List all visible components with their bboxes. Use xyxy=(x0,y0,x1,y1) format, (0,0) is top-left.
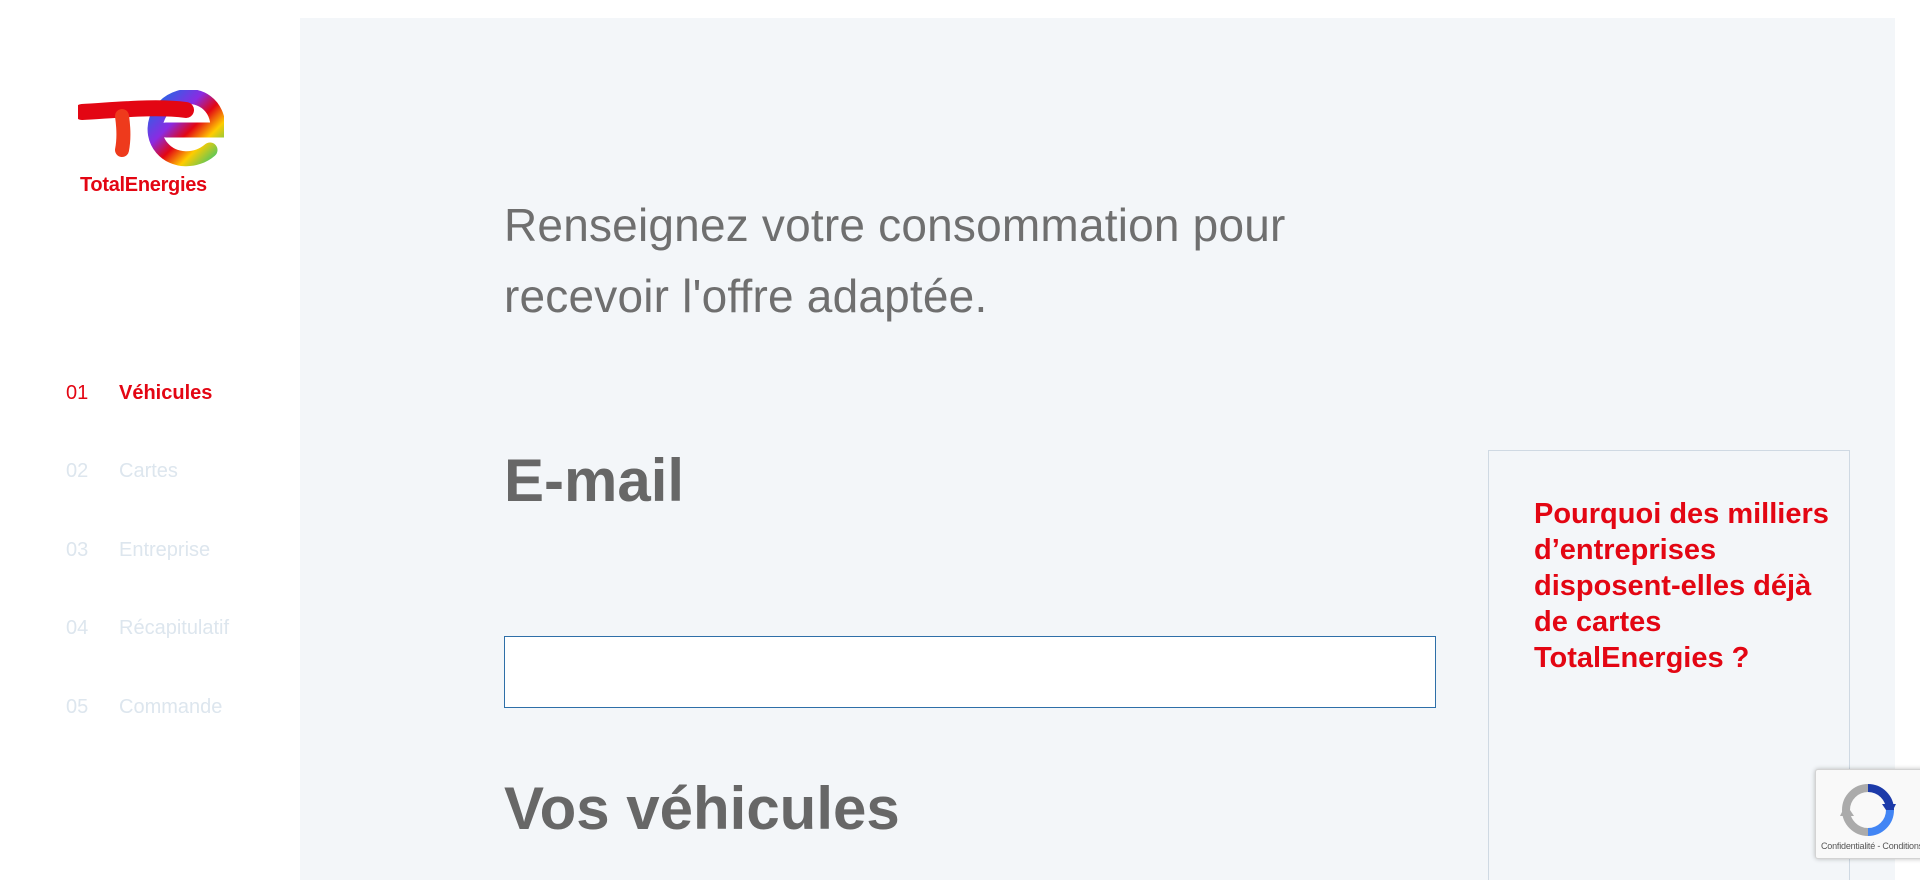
sidebar: TotalEnergies 01 Véhicules 02 Cartes 03 … xyxy=(0,0,300,880)
totalenergies-logo[interactable]: TotalEnergies xyxy=(78,90,224,200)
step-commande[interactable]: 05 Commande xyxy=(66,692,229,722)
recaptcha-badge[interactable]: Confidentialité - Conditions xyxy=(1815,769,1920,859)
step-label: Commande xyxy=(119,695,223,718)
step-label: Cartes xyxy=(119,460,178,482)
step-number: 01 xyxy=(66,381,89,404)
email-heading: E-mail xyxy=(504,447,685,514)
logo-mark-icon xyxy=(78,90,224,167)
vehicles-heading: Vos véhicules xyxy=(504,775,900,842)
info-box-title: Pourquoi des milliers d’entreprises disp… xyxy=(1534,498,1829,674)
step-number: 05 xyxy=(66,695,89,718)
step-number: 04 xyxy=(66,617,89,639)
step-number: 02 xyxy=(66,460,89,482)
step-label: Récapitulatif xyxy=(119,617,230,639)
recaptcha-links[interactable]: Confidentialité - Conditions xyxy=(1821,841,1920,851)
info-box: Pourquoi des milliers d’entreprises disp… xyxy=(1488,450,1850,880)
step-label: Entreprise xyxy=(119,538,211,561)
step-label: Véhicules xyxy=(119,381,213,404)
step-vehicules[interactable]: 01 Véhicules xyxy=(66,378,229,408)
recaptcha-icon xyxy=(1840,784,1896,836)
logo-wordmark: TotalEnergies xyxy=(80,174,207,196)
step-recapitulatif[interactable]: 04 Récapitulatif xyxy=(66,614,229,644)
step-number: 03 xyxy=(66,538,89,561)
progress-steps: 01 Véhicules 02 Cartes 03 Entreprise 04 … xyxy=(66,378,229,771)
email-input[interactable] xyxy=(504,636,1436,708)
step-cartes[interactable]: 02 Cartes xyxy=(66,457,229,487)
main-panel: Renseignez votre consommation pour recev… xyxy=(300,18,1895,880)
page: TotalEnergies 01 Véhicules 02 Cartes 03 … xyxy=(0,0,1920,880)
step-entreprise[interactable]: 03 Entreprise xyxy=(66,535,229,565)
intro-text: Renseignez votre consommation pour recev… xyxy=(504,199,1286,322)
